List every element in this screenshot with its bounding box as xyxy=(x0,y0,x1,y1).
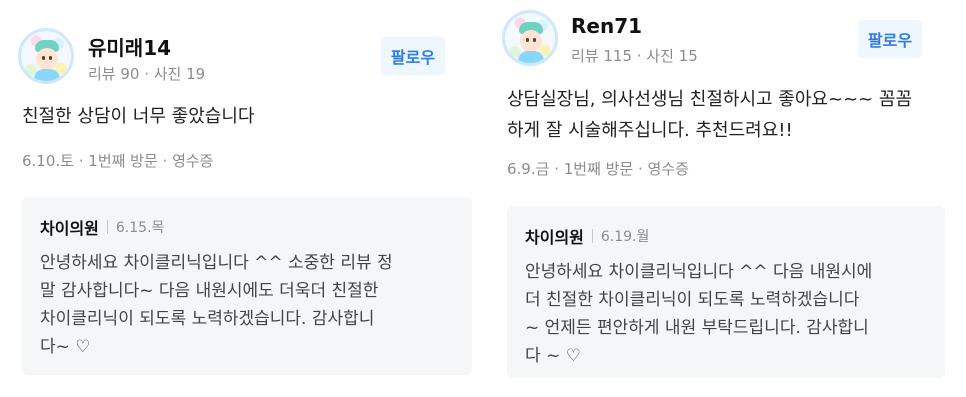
reviewer-stats: 리뷰 90 · 사진 19 xyxy=(88,65,206,83)
avatar-face xyxy=(520,30,542,52)
owner-reply: 차이의원 6.19.월 안녕하세요 차이클리닉입니다 ^^ 다음 내원시에 더 … xyxy=(507,206,945,378)
avatar-eye xyxy=(42,56,45,60)
avatar-eye xyxy=(49,56,52,60)
avatar-face xyxy=(36,48,58,70)
reply-author: 차이의원 xyxy=(40,219,99,238)
review-card: 유미래14 리뷰 90 · 사진 19 팔로우 친절한 상담이 너무 좋았습니다… xyxy=(0,0,486,397)
follow-button[interactable]: 팔로우 xyxy=(381,37,445,75)
reply-author: 차이의원 xyxy=(525,228,584,247)
review-text: 친절한 상담이 너무 좋았습니다 xyxy=(22,106,255,127)
reply-date: 6.15.목 xyxy=(115,220,165,236)
avatar-eye xyxy=(533,38,536,42)
divider xyxy=(591,229,593,243)
user-avatar[interactable] xyxy=(502,10,558,66)
follow-button[interactable]: 팔로우 xyxy=(858,20,922,58)
reply-text: 안녕하세요 차이클리닉입니다 ^^ 다음 내원시에 더 친절한 차이클리닉이 되… xyxy=(525,262,873,366)
reply-text: 안녕하세요 차이클리닉입니다 ^^ 소중한 리뷰 정 말 감사합니다~ 다음 내… xyxy=(40,253,393,357)
reply-header: 차이의원 6.19.월 xyxy=(525,224,927,248)
review-meta: 6.9.금 · 1번째 방문 · 영수증 xyxy=(507,160,689,178)
reply-date: 6.19.월 xyxy=(600,229,650,245)
reviewer-name[interactable]: Ren71 xyxy=(571,14,642,38)
divider xyxy=(106,220,108,234)
review-card: Ren71 리뷰 115 · 사진 15 팔로우 상담실장님, 의사선생님 친절… xyxy=(490,0,966,397)
owner-reply: 차이의원 6.15.목 안녕하세요 차이클리닉입니다 ^^ 소중한 리뷰 정 말… xyxy=(22,197,472,375)
review-meta: 6.10.토 · 1번째 방문 · 영수증 xyxy=(22,152,214,170)
avatar-body xyxy=(34,69,60,81)
avatar-eye xyxy=(526,38,529,42)
reviewer-name[interactable]: 유미래14 xyxy=(88,32,171,61)
avatar-body xyxy=(518,51,544,63)
reply-header: 차이의원 6.15.목 xyxy=(40,215,454,239)
reviewer-stats: 리뷰 115 · 사진 15 xyxy=(571,47,698,65)
review-text: 상담실장님, 의사선생님 친절하시고 좋아요~~~ 꼼꼼 하게 잘 시술해주십니… xyxy=(507,89,913,141)
user-avatar[interactable] xyxy=(18,28,74,84)
